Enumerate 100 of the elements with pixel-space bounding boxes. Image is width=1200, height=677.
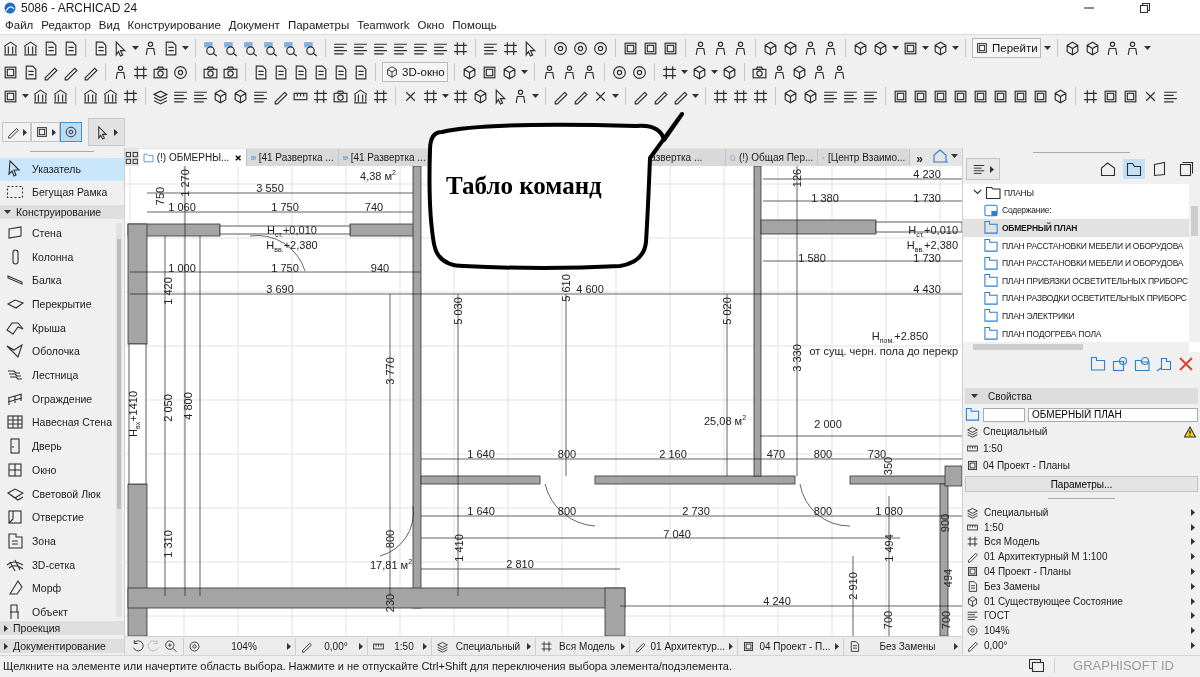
view-setting-row[interactable]: Без Замены	[963, 579, 1200, 594]
grid-icon[interactable]	[732, 87, 749, 105]
cube-icon[interactable]	[932, 39, 949, 57]
view-setting-row[interactable]: 1:50	[963, 519, 1200, 535]
view-setting-row[interactable]: Вся Модель	[963, 534, 1200, 550]
cube-icon[interactable]	[872, 39, 889, 57]
cube-icon[interactable]	[852, 39, 869, 57]
document-tab[interactable]: [41 Развертка ...	[246, 149, 339, 166]
view-setting-button[interactable]: Без Замены	[843, 637, 962, 655]
tree-item[interactable]: ОБМЕРНЫЙ ПЛАН	[963, 219, 1189, 237]
windows-icon[interactable]	[1029, 659, 1045, 672]
view-setting-button[interactable]: 1:50	[367, 637, 431, 655]
tree-folder[interactable]: ПЛАНЫ	[963, 184, 1189, 202]
tool-item[interactable]: Морф	[0, 576, 124, 601]
building-icon[interactable]	[2, 39, 19, 57]
selection-mode-button[interactable]	[31, 122, 60, 142]
scroll-bar[interactable]	[963, 342, 1189, 352]
name-field[interactable]: ОБМЕРНЫЙ ПЛАН	[1028, 407, 1198, 422]
building-icon[interactable]	[22, 39, 39, 57]
selection-mode-button[interactable]	[2, 122, 31, 142]
parameters-button[interactable]: Параметры...	[965, 476, 1198, 492]
pointer-tool-button[interactable]	[88, 118, 125, 146]
navigator-mode-tab[interactable]	[1123, 159, 1145, 179]
menu-item[interactable]: Помощь	[448, 19, 501, 31]
grid-icon[interactable]	[712, 87, 729, 105]
tree-item[interactable]: ПЛАН РАССТАНОВКИ МЕБЕЛИ И ОБОРУДОВА	[963, 254, 1189, 272]
menu-item[interactable]: Teamwork	[353, 19, 414, 31]
scroll-bar[interactable]	[1189, 184, 1200, 342]
menu-item[interactable]: Конструирование	[123, 19, 225, 31]
cube-icon[interactable]	[762, 39, 779, 57]
tool-item[interactable]: Стена	[0, 221, 124, 245]
undo-icon[interactable]	[131, 639, 145, 653]
tool-item[interactable]: Оболочка	[0, 339, 124, 364]
tool-item[interactable]: Навесная Стена	[0, 410, 124, 435]
grid-icon[interactable]	[422, 87, 439, 105]
view-setting-button[interactable]: 01 Архитектур...	[629, 637, 737, 655]
close-icon[interactable]	[235, 153, 242, 162]
target-icon[interactable]	[630, 63, 648, 81]
grid-icon[interactable]	[372, 87, 389, 105]
target-icon[interactable]	[610, 63, 628, 81]
view-setting-row[interactable]: Специальный	[963, 505, 1200, 520]
cube-icon[interactable]	[1052, 87, 1069, 105]
cube-icon[interactable]	[782, 87, 799, 105]
view-setting-button[interactable]: 0,00°	[295, 637, 367, 655]
magnifier-icon[interactable]	[202, 39, 219, 57]
view-setting-row[interactable]: 104%	[963, 623, 1200, 639]
section-header[interactable]: Конструирование	[0, 205, 124, 220]
view-setting-row[interactable]: 04 Проект - Планы	[963, 564, 1200, 579]
menu-item[interactable]: Файл	[1, 19, 38, 31]
target-icon[interactable]	[592, 39, 609, 57]
tree-item[interactable]: ПЛАН ЭЛЕКТРИКИ	[963, 307, 1189, 325]
menu-item[interactable]: Параметры	[283, 19, 354, 31]
building-icon[interactable]	[52, 87, 69, 105]
tool-item[interactable]: Бегущая Рамка	[0, 180, 124, 204]
building-icon[interactable]	[82, 87, 99, 105]
grid-icon[interactable]	[752, 87, 769, 105]
target-icon[interactable]	[572, 39, 589, 57]
cube-icon[interactable]	[802, 87, 819, 105]
cube-icon[interactable]	[232, 87, 249, 105]
publish-icon[interactable]	[1156, 356, 1172, 372]
zoom-in-icon[interactable]	[163, 639, 177, 653]
tool-item[interactable]: Лестница	[0, 363, 124, 387]
view-setting-row[interactable]: 0,00°	[963, 638, 1200, 653]
section-header[interactable]: Проекция	[0, 621, 124, 636]
tool-item[interactable]: Отверстие	[0, 505, 124, 530]
grid-view-icon[interactable]	[125, 150, 139, 166]
magnifier-icon[interactable]	[282, 39, 299, 57]
document-tab[interactable]: [41 Развертка ...	[338, 149, 431, 166]
new-layout-icon[interactable]	[1112, 356, 1128, 372]
tree-item[interactable]: ПЛАН ПОДОГРЕВА ПОЛА	[963, 324, 1189, 343]
view-setting-row[interactable]: 01 Существующее Состояние	[963, 593, 1200, 609]
menu-item[interactable]: Редактор	[37, 19, 95, 31]
delete-icon[interactable]	[1178, 356, 1194, 372]
building-icon[interactable]	[352, 87, 369, 105]
clone-icon[interactable]	[1090, 356, 1106, 372]
tree-item[interactable]: Содержание:	[963, 201, 1189, 220]
building-icon[interactable]	[102, 87, 119, 105]
document-tab[interactable]: [Центр Взаимо...	[818, 149, 911, 166]
tool-item[interactable]: Окно	[0, 457, 124, 482]
magnifier-icon[interactable]	[302, 39, 319, 57]
tool-item[interactable]: Перекрытие	[0, 292, 124, 316]
document-tab[interactable]: (!) Общая Пер...	[726, 149, 819, 166]
tool-item[interactable]: Балка	[0, 268, 124, 293]
toolbar-button[interactable]: Перейти	[972, 38, 1041, 58]
magnifier-icon[interactable]	[222, 39, 239, 57]
view-setting-button[interactable]: Специальный	[431, 637, 535, 655]
target-icon[interactable]	[552, 39, 569, 57]
view-setting-row[interactable]: ГОСТ	[963, 608, 1200, 624]
tool-item[interactable]: Крыша	[0, 315, 124, 340]
tool-item[interactable]: Дверь	[0, 434, 124, 458]
section-header[interactable]: Документирование	[0, 639, 124, 653]
menu-item[interactable]: Вид	[94, 19, 124, 31]
menu-item[interactable]: Документ	[224, 19, 284, 31]
more-tabs-button[interactable]: »	[910, 152, 929, 166]
view-map-button[interactable]	[966, 158, 1000, 180]
building-icon[interactable]	[32, 87, 49, 105]
tree-item[interactable]: ПЛАН ПРИВЯЗКИ ОСВЕТИТЕЛЬНЫХ ПРИБОРС	[963, 271, 1189, 290]
toolbar-button[interactable]: 3D-окно	[382, 62, 448, 82]
target-icon[interactable]	[172, 63, 189, 81]
magnifier-icon[interactable]	[262, 39, 279, 57]
